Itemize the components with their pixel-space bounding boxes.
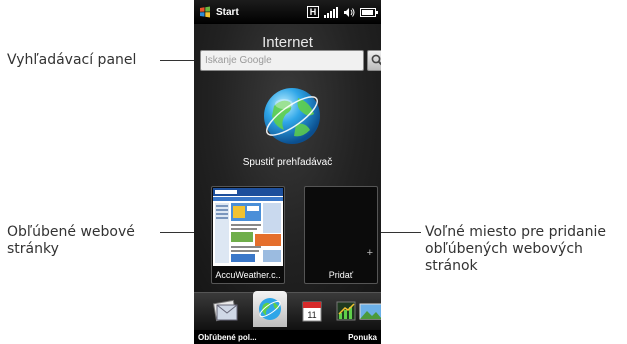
callout-line-free-space: [381, 232, 421, 233]
status-bar: Start H: [194, 0, 381, 24]
tab-mail[interactable]: [211, 297, 239, 325]
tab-stocks[interactable]: [332, 297, 360, 325]
search-button[interactable]: [367, 50, 381, 71]
launch-browser-button[interactable]: [260, 84, 324, 148]
launch-browser-label[interactable]: Spustiť prehľadávač: [194, 157, 381, 168]
left-softkey[interactable]: Obľúbené pol...: [198, 333, 257, 342]
calendar-icon: 11: [302, 301, 322, 322]
plus-icon: +: [366, 247, 373, 259]
signal-icon: [324, 6, 338, 18]
mail-icon: [213, 299, 238, 322]
search-input[interactable]: Iskanje Google: [200, 50, 364, 71]
callout-free-space-line2: obľúbených webových: [425, 241, 583, 257]
favorite-website-label: AccuWeather.c..: [215, 270, 281, 280]
callout-search-panel: Vyhľadávací panel: [7, 52, 137, 68]
favorite-website-tile[interactable]: AccuWeather.c..: [211, 186, 285, 284]
tab-internet[interactable]: [253, 291, 287, 327]
favorite-website-thumbnail: [213, 188, 283, 266]
globe-icon: [264, 88, 320, 144]
windows-flag-icon[interactable]: [199, 6, 211, 18]
battery-icon: [360, 7, 378, 17]
h-network-icon: H: [307, 6, 319, 18]
right-softkey[interactable]: Ponuka: [348, 333, 377, 342]
section-title: Internet: [262, 34, 313, 51]
globe-tab-icon: [259, 298, 281, 320]
tab-calendar[interactable]: 11: [298, 297, 326, 325]
internet-panel: Internet Iskanje Google Spustiť prehľadá…: [194, 24, 381, 292]
callout-free-space-line1: Voľné miesto pre pridanie: [425, 224, 606, 240]
photos-icon: [359, 303, 381, 320]
callout-favorites-line2: stránky: [7, 241, 59, 257]
start-label[interactable]: Start: [216, 7, 239, 18]
stocks-chart-icon: [336, 301, 356, 321]
add-favorite-tile[interactable]: + Pridať: [304, 186, 378, 284]
speaker-icon: [344, 7, 355, 17]
tab-bar: 11: [194, 291, 381, 330]
softkey-bar: Obľúbené pol... Ponuka: [194, 330, 381, 344]
callout-free-space-line3: stránok: [425, 258, 478, 274]
callout-favorites-line1: Obľúbené webové: [7, 224, 135, 240]
tab-photos[interactable]: [357, 297, 381, 325]
phone-screen: Start H Internet Iskanje Google Spustiť …: [194, 0, 381, 344]
add-favorite-label: Pridať: [328, 270, 354, 280]
calendar-day-number: 11: [307, 310, 316, 320]
search-icon: [371, 54, 381, 66]
